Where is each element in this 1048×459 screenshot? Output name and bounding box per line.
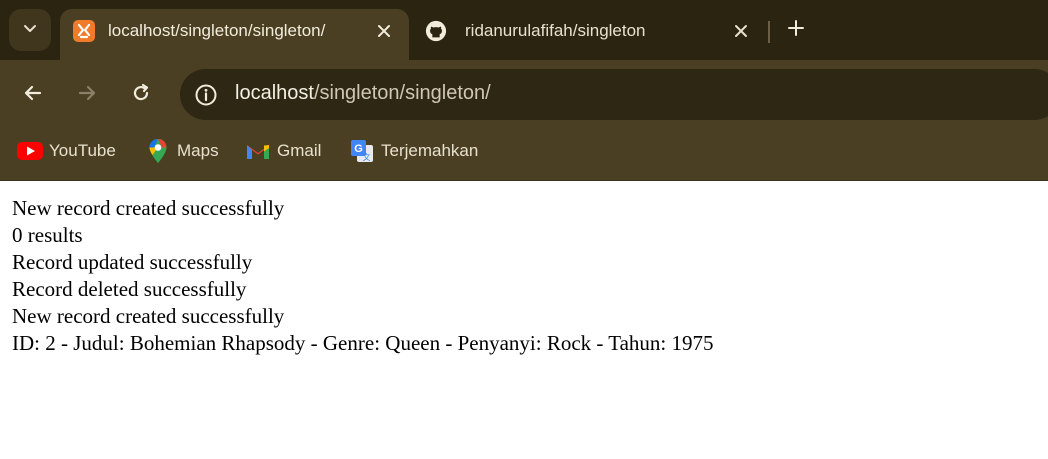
close-tab-icon[interactable] <box>372 19 396 43</box>
site-info-icon[interactable] <box>192 81 220 109</box>
github-icon <box>425 20 447 42</box>
tab-title: ridanurulafifah/singleton <box>465 21 646 40</box>
output-lines: New record created successfully 0 result… <box>12 195 714 357</box>
tab-search-button[interactable] <box>9 9 51 51</box>
svg-text:文: 文 <box>363 152 371 162</box>
page-content: New record created successfully 0 result… <box>0 182 1048 459</box>
new-tab-button[interactable] <box>781 15 811 45</box>
bookmark-youtube[interactable]: YouTube <box>17 138 116 164</box>
bookmark-label: Gmail <box>277 141 322 160</box>
maps-icon <box>145 138 171 164</box>
gmail-icon <box>245 138 271 164</box>
back-button[interactable] <box>15 77 51 113</box>
output-line: New record created successfully <box>12 304 285 328</box>
chevron-down-icon <box>22 20 38 41</box>
plus-icon <box>787 19 805 42</box>
url-path: /singleton/singleton/ <box>313 82 491 104</box>
tab-title: localhost/singleton/singleton/ <box>108 21 326 40</box>
arrow-left-icon <box>23 83 43 108</box>
output-line: Record deleted successfully <box>12 277 247 301</box>
arrow-right-icon <box>77 83 97 108</box>
output-line: New record created successfully <box>12 196 285 220</box>
bookmark-label: Maps <box>177 141 219 160</box>
url-text: localhost/singleton/singleton/ <box>235 82 491 105</box>
url-host: localhost <box>235 82 314 104</box>
bookmark-maps[interactable]: Maps <box>145 138 219 164</box>
output-line: Record updated successfully <box>12 250 253 274</box>
translate-icon: G 文 <box>349 138 375 164</box>
bookmark-terjemahkan[interactable]: G 文 Terjemahkan <box>349 138 478 164</box>
bookmark-label: Terjemahkan <box>381 141 479 160</box>
tab-github[interactable]: ridanurulafifah/singleton <box>412 9 764 60</box>
output-line: ID: 2 - Judul: Bohemian Rhapsody - Genre… <box>12 331 714 355</box>
toolbar: localhost/singleton/singleton/ <box>0 60 1048 130</box>
reload-button[interactable] <box>123 77 159 113</box>
forward-button[interactable] <box>69 77 105 113</box>
output-line: 0 results <box>12 223 83 247</box>
bookmark-gmail[interactable]: Gmail <box>245 138 321 164</box>
bookmarks-bar: YouTube Maps Gmail G 文 Terjemahkan <box>0 130 1048 181</box>
close-tab-icon[interactable] <box>729 19 753 43</box>
youtube-icon <box>17 138 43 164</box>
tab-localhost[interactable]: localhost/singleton/singleton/ <box>60 9 409 60</box>
tab-strip: localhost/singleton/singleton/ ridanurul… <box>0 0 1048 60</box>
svg-text:G: G <box>354 143 363 155</box>
reload-icon <box>131 83 151 108</box>
address-bar[interactable]: localhost/singleton/singleton/ <box>180 69 1048 120</box>
tab-separator <box>768 21 770 43</box>
bookmark-label: YouTube <box>49 141 116 160</box>
xampp-icon <box>73 20 95 42</box>
